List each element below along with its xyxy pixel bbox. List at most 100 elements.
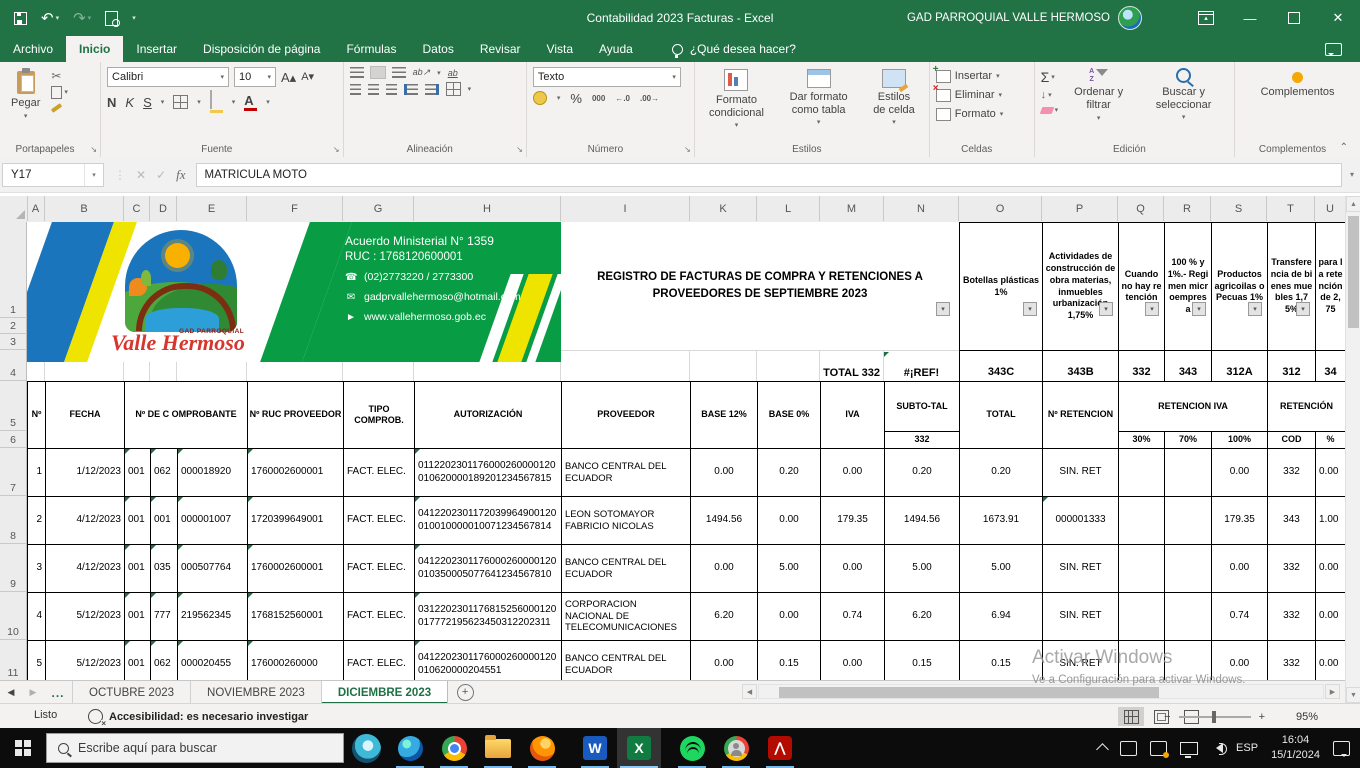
scroll-down-icon[interactable]: ▼: [1346, 687, 1360, 703]
header-cell[interactable]: %: [1316, 432, 1346, 449]
cell[interactable]: 0.15: [960, 641, 1043, 681]
taskbar-chrome[interactable]: [432, 728, 476, 768]
code-cell[interactable]: 343C: [959, 350, 1042, 381]
action-center-icon[interactable]: [1333, 741, 1350, 756]
col-header[interactable]: E: [177, 196, 247, 221]
sort-filter-button[interactable]: AZ Ordenar y filtrar▾: [1064, 67, 1133, 140]
cell[interactable]: 6.20: [885, 593, 960, 641]
conditional-formatting-button[interactable]: Formato condicional▾: [701, 67, 772, 140]
cell[interactable]: 0.00: [1316, 593, 1346, 641]
align-bottom-icon[interactable]: [392, 67, 406, 78]
filter-dropdown-icon[interactable]: ▾: [1192, 302, 1206, 316]
col-header[interactable]: T: [1267, 196, 1315, 221]
cell[interactable]: FACT. ELEC.: [344, 545, 415, 593]
sheet-tab-octubre[interactable]: OCTUBRE 2023: [73, 681, 191, 704]
font-size-select[interactable]: 10▾: [234, 67, 276, 87]
cell[interactable]: 1673.91: [960, 497, 1043, 545]
cell[interactable]: 2: [28, 497, 46, 545]
cell[interactable]: 0.00: [758, 593, 821, 641]
cell[interactable]: 0.00: [1316, 545, 1346, 593]
cell[interactable]: 0412202301172039964900120010010000010071…: [415, 497, 562, 545]
clipboard-dialog-launcher[interactable]: ↘: [90, 145, 97, 154]
filter-dropdown-icon[interactable]: ▾: [1296, 302, 1310, 316]
taskbar-firefox[interactable]: [520, 728, 564, 768]
cell[interactable]: [1119, 497, 1165, 545]
sheet-nav-left-icon[interactable]: ◀: [0, 681, 22, 704]
cell[interactable]: 5.00: [758, 545, 821, 593]
tray-app-icon[interactable]: [1120, 741, 1137, 756]
col-header[interactable]: U: [1315, 196, 1345, 221]
taskbar-search[interactable]: Escribe aquí para buscar: [46, 733, 344, 763]
align-center-icon[interactable]: [368, 84, 379, 95]
cell[interactable]: 219562345: [178, 593, 248, 641]
cell[interactable]: 5.00: [885, 545, 960, 593]
tab-ayuda[interactable]: Ayuda: [586, 36, 646, 62]
merge-center-icon[interactable]: [446, 82, 461, 96]
cell[interactable]: BANCO CENTRAL DEL ECUADOR: [562, 545, 691, 593]
col-header[interactable]: I: [561, 196, 690, 221]
cell[interactable]: 0.20: [885, 449, 960, 497]
cell[interactable]: 1494.56: [885, 497, 960, 545]
fill-icon[interactable]: ↓▾: [1041, 90, 1059, 101]
vertical-scrollbar[interactable]: ▲ ▼: [1345, 196, 1360, 703]
delete-cells-button[interactable]: Eliminar▾: [936, 89, 1003, 102]
cell[interactable]: 0.00: [1212, 449, 1268, 497]
cell[interactable]: 1760002600001: [248, 545, 344, 593]
cell[interactable]: 3: [28, 545, 46, 593]
cell[interactable]: 000001007: [178, 497, 248, 545]
tab-archivo[interactable]: Archivo: [0, 36, 66, 62]
filter-dropdown-icon[interactable]: ▾: [1145, 302, 1159, 316]
cell[interactable]: 001: [125, 593, 151, 641]
name-box-dropdown-icon[interactable]: ▾: [84, 164, 103, 186]
cell[interactable]: 1/12/2023: [46, 449, 125, 497]
cell-styles-button[interactable]: Estilos de celda▾: [865, 67, 923, 140]
row-header[interactable]: 4: [0, 350, 27, 381]
cell[interactable]: 0.00: [691, 545, 758, 593]
align-middle-icon[interactable]: [371, 67, 385, 78]
col-header[interactable]: H: [414, 196, 561, 221]
cell[interactable]: 000507764: [178, 545, 248, 593]
decrease-font-icon[interactable]: A▾: [301, 72, 314, 83]
cell[interactable]: 0.00: [821, 641, 885, 681]
col-header[interactable]: A: [27, 196, 45, 221]
more-sheets-button[interactable]: ...: [44, 681, 73, 704]
header-cell[interactable]: TIPO COMPROB.: [344, 382, 415, 449]
copy-button[interactable]: ▾: [51, 86, 68, 99]
cell[interactable]: 1: [28, 449, 46, 497]
row-header[interactable]: 2: [0, 318, 27, 334]
insert-function-icon[interactable]: fx: [176, 167, 185, 183]
header-cell[interactable]: 30%: [1119, 432, 1165, 449]
normal-view-button[interactable]: [1118, 707, 1144, 726]
row-header[interactable]: 6: [0, 431, 27, 448]
cell[interactable]: 0.74: [821, 593, 885, 641]
zoom-out-icon[interactable]: −: [1164, 711, 1170, 723]
col-header[interactable]: Q: [1118, 196, 1164, 221]
alignment-dialog-launcher[interactable]: ↘: [516, 145, 523, 154]
scroll-left-icon[interactable]: ◀: [742, 684, 757, 699]
align-top-icon[interactable]: [350, 67, 364, 78]
update-pending-icon[interactable]: [1150, 741, 1167, 756]
collapse-ribbon-icon[interactable]: ⌃: [1340, 142, 1348, 153]
tab-insertar[interactable]: Insertar: [123, 36, 190, 62]
zoom-in-icon[interactable]: +: [1259, 711, 1265, 723]
row-header[interactable]: 5: [0, 381, 27, 431]
col-header[interactable]: M: [820, 196, 884, 221]
taskbar-chrome-profile[interactable]: [714, 728, 758, 768]
cell[interactable]: SIN. RET: [1043, 449, 1119, 497]
scroll-up-icon[interactable]: ▲: [1346, 196, 1360, 212]
paste-button[interactable]: Pegar▾: [6, 67, 45, 140]
header-cell[interactable]: BASE 12%: [691, 382, 758, 449]
cell[interactable]: 1.00: [1316, 497, 1346, 545]
header-cell[interactable]: FECHA: [46, 382, 125, 449]
tell-me-search[interactable]: ¿Qué desea hacer?: [672, 36, 796, 62]
cell[interactable]: [1165, 449, 1212, 497]
tax-header-cell[interactable]: Botellas plásticas 1%: [959, 222, 1042, 350]
cell[interactable]: 0.00: [691, 449, 758, 497]
cell[interactable]: 1768152560001: [248, 593, 344, 641]
row-header[interactable]: 10: [0, 592, 27, 640]
italic-button[interactable]: K: [125, 96, 134, 109]
cell[interactable]: 4/12/2023: [46, 497, 125, 545]
account-avatar[interactable]: [1118, 6, 1142, 30]
tax-header-cell[interactable]: para la retención de 2,75: [1315, 222, 1345, 350]
cell[interactable]: 0.15: [758, 641, 821, 681]
